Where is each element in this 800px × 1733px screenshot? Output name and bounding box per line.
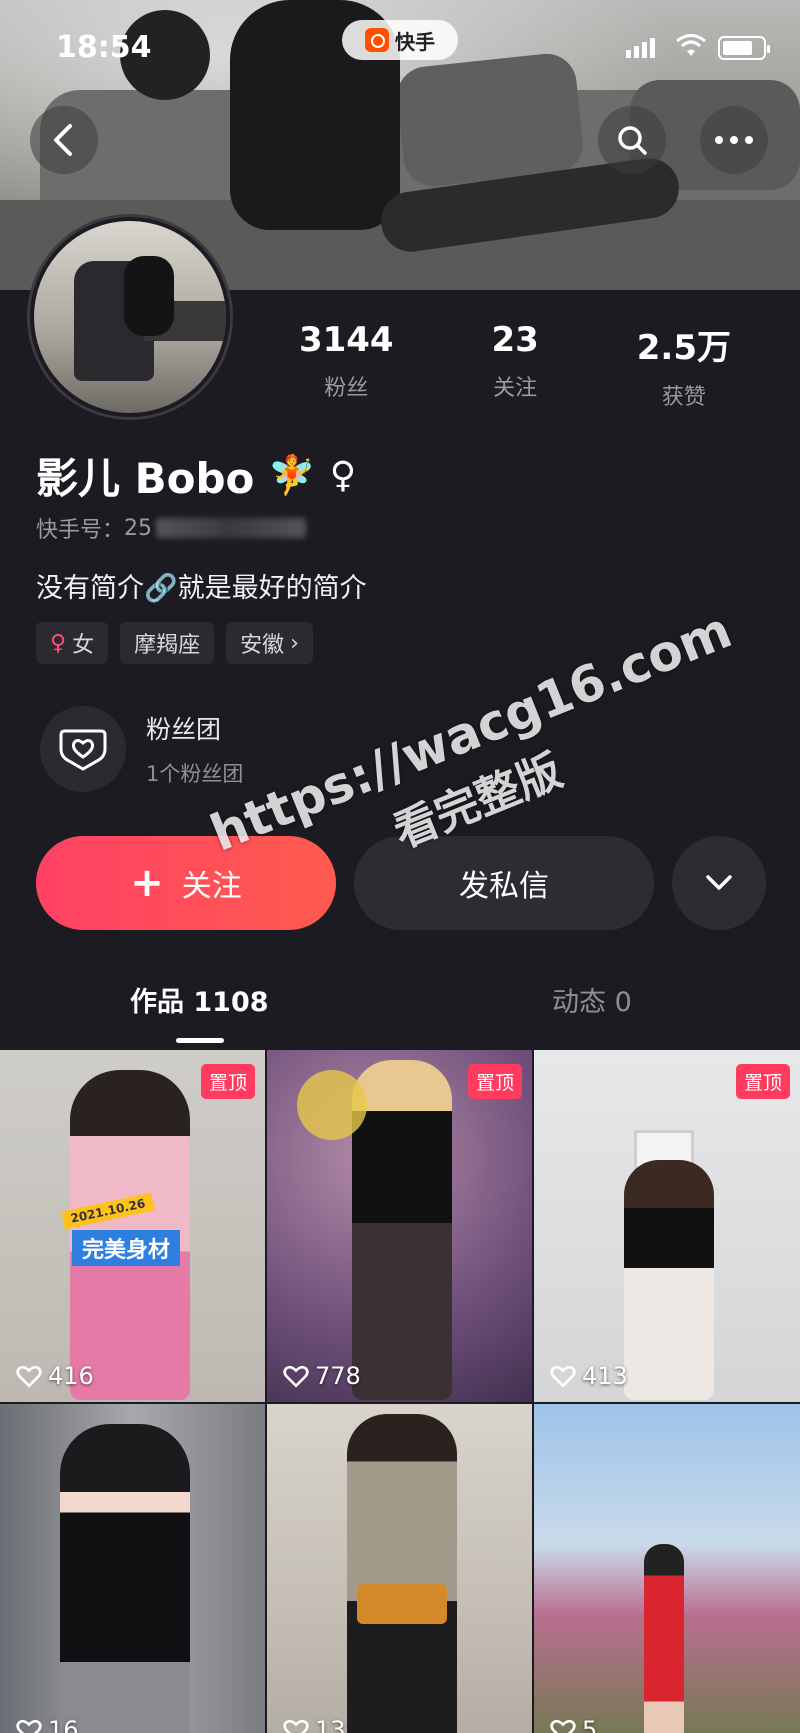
kuaishou-id-value: 25	[124, 515, 153, 541]
likes-value: 16	[48, 1716, 79, 1733]
thumbnail-person	[352, 1060, 452, 1400]
likes-value: 778	[315, 1362, 361, 1390]
kuaishou-id: 快手号： 25	[36, 512, 307, 544]
stat-following[interactable]: 23 关注	[492, 320, 539, 411]
tag-location[interactable]: 安徽 ›	[226, 622, 313, 664]
tag-label: 摩羯座	[134, 633, 201, 658]
profile-name: 影儿 Bobo	[36, 454, 255, 503]
kuaishou-id-label: 快手号：	[36, 518, 125, 543]
heart-outline-icon	[16, 1365, 42, 1388]
tag-zodiac: 摩羯座	[120, 622, 215, 664]
profile-name-row: 影儿 Bobo 🧚 ♀	[36, 445, 356, 506]
stat-label: 粉丝	[324, 376, 369, 401]
thumbnail-decoration	[297, 1070, 367, 1140]
battery-icon	[718, 36, 770, 60]
avatar-person	[124, 256, 174, 336]
work-thumbnail[interactable]: 5	[534, 1404, 800, 1733]
heart-badge-icon	[59, 729, 107, 771]
app-name: 快手	[395, 29, 435, 54]
more-dots-icon	[715, 136, 753, 144]
work-thumbnail[interactable]: 置顶 413	[534, 1050, 800, 1402]
profile-bio: 没有简介🔗就是最好的简介	[36, 573, 367, 604]
tag-label: 女	[72, 633, 95, 658]
stat-likes[interactable]: 2.5万 获赞	[637, 320, 731, 411]
likes-count: 5	[550, 1716, 597, 1733]
likes-count: 413	[550, 1362, 628, 1390]
more-options-button[interactable]	[700, 106, 768, 174]
fan-club-badge	[40, 706, 126, 792]
likes-count: 13	[283, 1716, 346, 1733]
kuaishou-id-redacted	[156, 518, 307, 538]
work-thumbnail[interactable]: 16	[0, 1404, 265, 1733]
profile-actions: + 关注 发私信	[36, 836, 766, 930]
tab-moments[interactable]: 动态 0	[552, 980, 632, 1019]
tag-label: 安徽	[240, 633, 285, 658]
pinned-badge: 置顶	[735, 1064, 790, 1099]
profile-stats: 3144 粉丝 23 关注 2.5万 获赞	[250, 320, 780, 411]
female-gender-icon: ♀	[329, 455, 357, 496]
fan-club-title: 粉丝团	[146, 715, 222, 744]
chevron-left-icon	[54, 124, 72, 156]
heart-outline-icon	[550, 1719, 576, 1733]
tab-works[interactable]: 作品 1108	[130, 980, 269, 1019]
follow-button[interactable]: + 关注	[36, 836, 336, 930]
tag-gender: ♀ 女	[36, 622, 109, 664]
thumbnail-chair	[357, 1584, 447, 1624]
stat-label: 获赞	[661, 385, 706, 410]
work-thumbnail[interactable]: 置顶 778	[267, 1050, 532, 1402]
search-icon	[618, 126, 647, 155]
thumbnail-person	[624, 1160, 714, 1400]
likes-value: 416	[48, 1362, 94, 1390]
heart-outline-icon	[283, 1365, 309, 1388]
profile-tabs: 作品 1108 动态 0	[0, 980, 800, 1050]
likes-value: 13	[315, 1716, 346, 1733]
likes-count: 416	[16, 1362, 94, 1390]
likes-count: 16	[16, 1716, 79, 1733]
work-thumbnail[interactable]: 2021.10.26 完美身材 置顶 416	[0, 1050, 265, 1402]
heart-outline-icon	[550, 1365, 576, 1388]
thumbnail-person	[60, 1424, 190, 1733]
stat-label: 关注	[493, 376, 538, 401]
chevron-right-icon: ›	[290, 630, 299, 656]
plus-icon: +	[130, 860, 164, 906]
fan-club-subtitle: 1个粉丝团	[146, 762, 244, 786]
likes-value: 5	[582, 1716, 598, 1733]
fan-club-entry[interactable]: 粉丝团 1个粉丝团	[40, 706, 243, 792]
wifi-icon	[676, 34, 706, 56]
heart-outline-icon	[16, 1719, 42, 1733]
thumbnail-person	[644, 1544, 684, 1733]
status-bar: 18:54 快手	[0, 0, 800, 96]
stat-value: 3144	[298, 320, 394, 360]
works-grid: 2021.10.26 完美身材 置顶 416 置顶 778 置顶 413 16	[0, 1050, 800, 1733]
likes-value: 413	[582, 1362, 628, 1390]
back-button[interactable]	[30, 106, 98, 174]
stat-value: 23	[491, 320, 539, 360]
follow-label: 关注	[181, 869, 242, 904]
female-symbol-icon: ♀	[50, 630, 67, 656]
active-tab-indicator	[176, 1038, 224, 1043]
overlay-caption: 完美身材	[72, 1230, 181, 1266]
kuaishou-logo-icon	[365, 28, 389, 52]
send-message-button[interactable]: 发私信	[354, 836, 654, 930]
heart-outline-icon	[283, 1719, 309, 1733]
thumbnail-person	[347, 1414, 457, 1733]
work-thumbnail[interactable]: 13	[267, 1404, 532, 1733]
chevron-down-icon	[706, 875, 732, 890]
pinned-badge: 置顶	[200, 1064, 255, 1099]
status-time: 18:54	[56, 30, 152, 65]
fairy-badge-icon: 🧚	[268, 453, 316, 497]
app-indicator-pill[interactable]: 快手	[342, 20, 458, 60]
pinned-badge: 置顶	[467, 1064, 522, 1099]
cellular-signal-icon	[626, 38, 655, 58]
stat-fans[interactable]: 3144 粉丝	[299, 320, 394, 411]
likes-count: 778	[283, 1362, 361, 1390]
search-button[interactable]	[598, 106, 666, 174]
message-label: 发私信	[459, 869, 549, 904]
recommend-dropdown-button[interactable]	[672, 836, 766, 930]
avatar[interactable]	[30, 217, 230, 417]
stat-value: 2.5万	[636, 328, 731, 368]
profile-tags: ♀ 女 摩羯座 安徽 ›	[36, 622, 313, 664]
